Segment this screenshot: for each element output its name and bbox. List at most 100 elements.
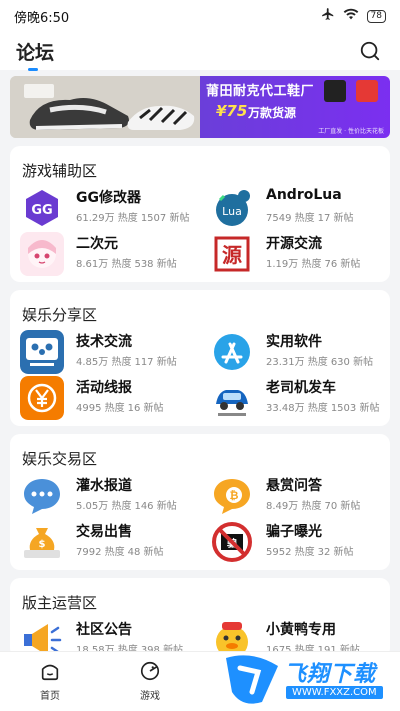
forum-item-chat[interactable]: 灌水报道 5.05万 热度 146 新帖: [20, 472, 205, 518]
watermark-url: WWW.FXXZ.COM: [286, 686, 383, 699]
section-card-game-helper: 游戏辅助区 GG GG修改器 61.29万 热度 1507 新帖 Lua Andr…: [10, 146, 390, 282]
section-title: 娱乐交易区: [22, 450, 98, 468]
androlua-icon: Lua: [210, 186, 254, 230]
forum-posts: 32 新帖: [317, 547, 354, 558]
forum-stats: 8.61万 热度 538 新帖: [76, 255, 180, 270]
forum-item-tech[interactable]: 技术交流 4.85万 热度 117 新帖: [20, 328, 205, 374]
svg-text:₿: ₿: [230, 489, 239, 502]
brand-logo-dark: [324, 80, 346, 102]
status-bar: 傍晚6:50 78: [0, 0, 400, 32]
forum-heat: 7549 热度: [266, 213, 315, 224]
section-card-entertainment-trade: 娱乐交易区 灌水报道 5.05万 热度 146 新帖 ₿ 悬赏问答 8.49万 热…: [10, 434, 390, 570]
forum-item-open-source[interactable]: 源 开源交流 1.19万 热度 76 新帖: [210, 230, 395, 276]
forum-posts: 630 新帖: [330, 357, 374, 368]
money-bag-icon: $: [20, 520, 64, 564]
forum-name: AndroLua: [266, 187, 342, 203]
shoe-image: [10, 76, 200, 138]
forum-heat: 4995 热度: [76, 403, 125, 414]
forum-name: 开源交流: [266, 236, 322, 252]
header: 论坛: [0, 32, 400, 71]
forum-posts: 146 新帖: [134, 501, 177, 512]
forum-item-androlua[interactable]: Lua AndroLua 7549 热度 17 新帖: [210, 184, 395, 230]
game-icon: [140, 661, 160, 681]
forum-heat: 5952 热度: [266, 547, 315, 558]
banner-sub: 万款货源: [248, 106, 297, 120]
forum-heat: 5.05万 热度: [76, 501, 132, 512]
forum-item-gg[interactable]: GG GG修改器 61.29万 热度 1507 新帖: [20, 184, 205, 230]
forum-name: 交易出售: [76, 524, 132, 540]
forum-name: 二次元: [76, 236, 118, 252]
forum-name: 小黄鸭专用: [266, 622, 336, 638]
home-icon: [41, 664, 59, 681]
anime-girl-icon: [20, 232, 64, 276]
forum-item-bounty[interactable]: ₿ 悬赏问答 8.49万 热度 70 新帖: [210, 472, 395, 518]
forum-stats: 7549 热度 17 新帖: [266, 209, 357, 224]
forum-heat: 23.31万 热度: [266, 357, 328, 368]
forum-posts: 70 新帖: [324, 501, 361, 512]
forum-posts: 1507 新帖: [140, 213, 190, 224]
forum-stats: 1.19万 热度 76 新帖: [266, 255, 363, 270]
section-title: 娱乐分享区: [22, 306, 98, 324]
forum-stats: 33.48万 热度 1503 新帖: [266, 399, 382, 414]
section-title: 版主运营区: [22, 594, 98, 612]
watermark-title: 飞翔下载: [284, 662, 377, 687]
no-scam-icon: 骗: [210, 520, 254, 564]
gg-modifier-icon: GG: [20, 186, 64, 230]
search-icon: [360, 41, 380, 61]
forum-posts: 76 新帖: [324, 259, 361, 270]
forum-item-scam[interactable]: 骗 骗子曝光 5952 热度32 新帖: [210, 518, 395, 564]
forum-stats: 8.49万 热度 70 新帖: [266, 497, 363, 512]
forum-name: 骗子曝光: [266, 524, 322, 540]
nav-home[interactable]: 首页: [20, 660, 80, 702]
svg-text:$: $: [39, 539, 46, 550]
svg-text:Lua: Lua: [222, 205, 242, 218]
forum-posts: 48 新帖: [127, 547, 164, 558]
forum-name: 悬赏问答: [266, 478, 322, 494]
tech-exchange-icon: [20, 330, 64, 374]
page-title: 论坛: [16, 38, 356, 71]
forum-posts: 117 新帖: [134, 357, 177, 368]
watermark-logo-icon: [226, 655, 278, 704]
bitcoin-bubble-icon: ₿: [210, 474, 254, 518]
wifi-icon: [343, 7, 359, 25]
forum-item-software[interactable]: 实用软件 23.31万 热度 630 新帖: [210, 328, 395, 374]
forum-stats: 4995 热度 16 新帖: [76, 399, 167, 414]
forum-stats: 7992 热度 48 新帖: [76, 543, 167, 558]
open-source-icon: 源: [210, 232, 254, 276]
svg-text:GG: GG: [31, 203, 52, 218]
brand-logo-red: [356, 80, 378, 102]
forum-item-activity[interactable]: 活动线报 4995 热度 16 新帖: [20, 374, 205, 420]
forum-heat: 7992 热度: [76, 547, 125, 558]
status-icons: 78: [321, 7, 386, 25]
forum-item-sell[interactable]: $ 交易出售 7992 热度 48 新帖: [20, 518, 205, 564]
forum-posts: 16 新帖: [127, 403, 164, 414]
forum-item-driver[interactable]: 老司机发车 33.48万 热度 1503 新帖: [210, 374, 395, 420]
banner-foot: 工厂直发 · 性价比天花板: [318, 128, 384, 135]
airplane-mode-icon: [321, 7, 335, 25]
forum-item-anime[interactable]: 二次元 8.61万 热度 538 新帖: [20, 230, 205, 276]
section-card-moderator: 版主运营区 社区公告 18.58万 热度398 新帖 小黄鸭专用 1675 热度…: [10, 578, 390, 662]
watermark: 飞翔下载 WWW.FXXZ.COM: [222, 652, 392, 708]
promo-banner[interactable]: 莆田耐克代工鞋厂 ¥75 万款货源 工厂直发 · 性价比天花板: [10, 76, 390, 138]
forum-name: 社区公告: [76, 622, 132, 638]
forum-name: 活动线报: [76, 380, 132, 396]
forum-posts: 538 新帖: [134, 259, 177, 270]
forum-stats: 61.29万 热度 1507 新帖: [76, 209, 192, 224]
forum-name: 技术交流: [76, 334, 132, 350]
forum-heat: 1.19万 热度: [266, 259, 322, 270]
forum-name: GG修改器: [76, 190, 141, 206]
forum-name: 实用软件: [266, 334, 322, 350]
forum-heat: 8.61万 热度: [76, 259, 132, 270]
search-button[interactable]: [356, 37, 384, 65]
forum-stats: 4.85万 热度 117 新帖: [76, 353, 180, 368]
section-title: 游戏辅助区: [22, 162, 98, 180]
section-card-entertainment-share: 娱乐分享区 技术交流 4.85万 热度 117 新帖 实用软件 23.31万 热度…: [10, 290, 390, 426]
forum-posts: 17 新帖: [317, 213, 354, 224]
status-time: 傍晚6:50: [14, 10, 70, 26]
banner-price: ¥75: [216, 102, 248, 120]
nav-game[interactable]: 游戏: [120, 660, 180, 702]
nav-label: 游戏: [140, 691, 160, 702]
forum-name: 老司机发车: [266, 380, 336, 396]
forum-heat: 33.48万 热度: [266, 403, 328, 414]
svg-text:源: 源: [222, 243, 242, 267]
